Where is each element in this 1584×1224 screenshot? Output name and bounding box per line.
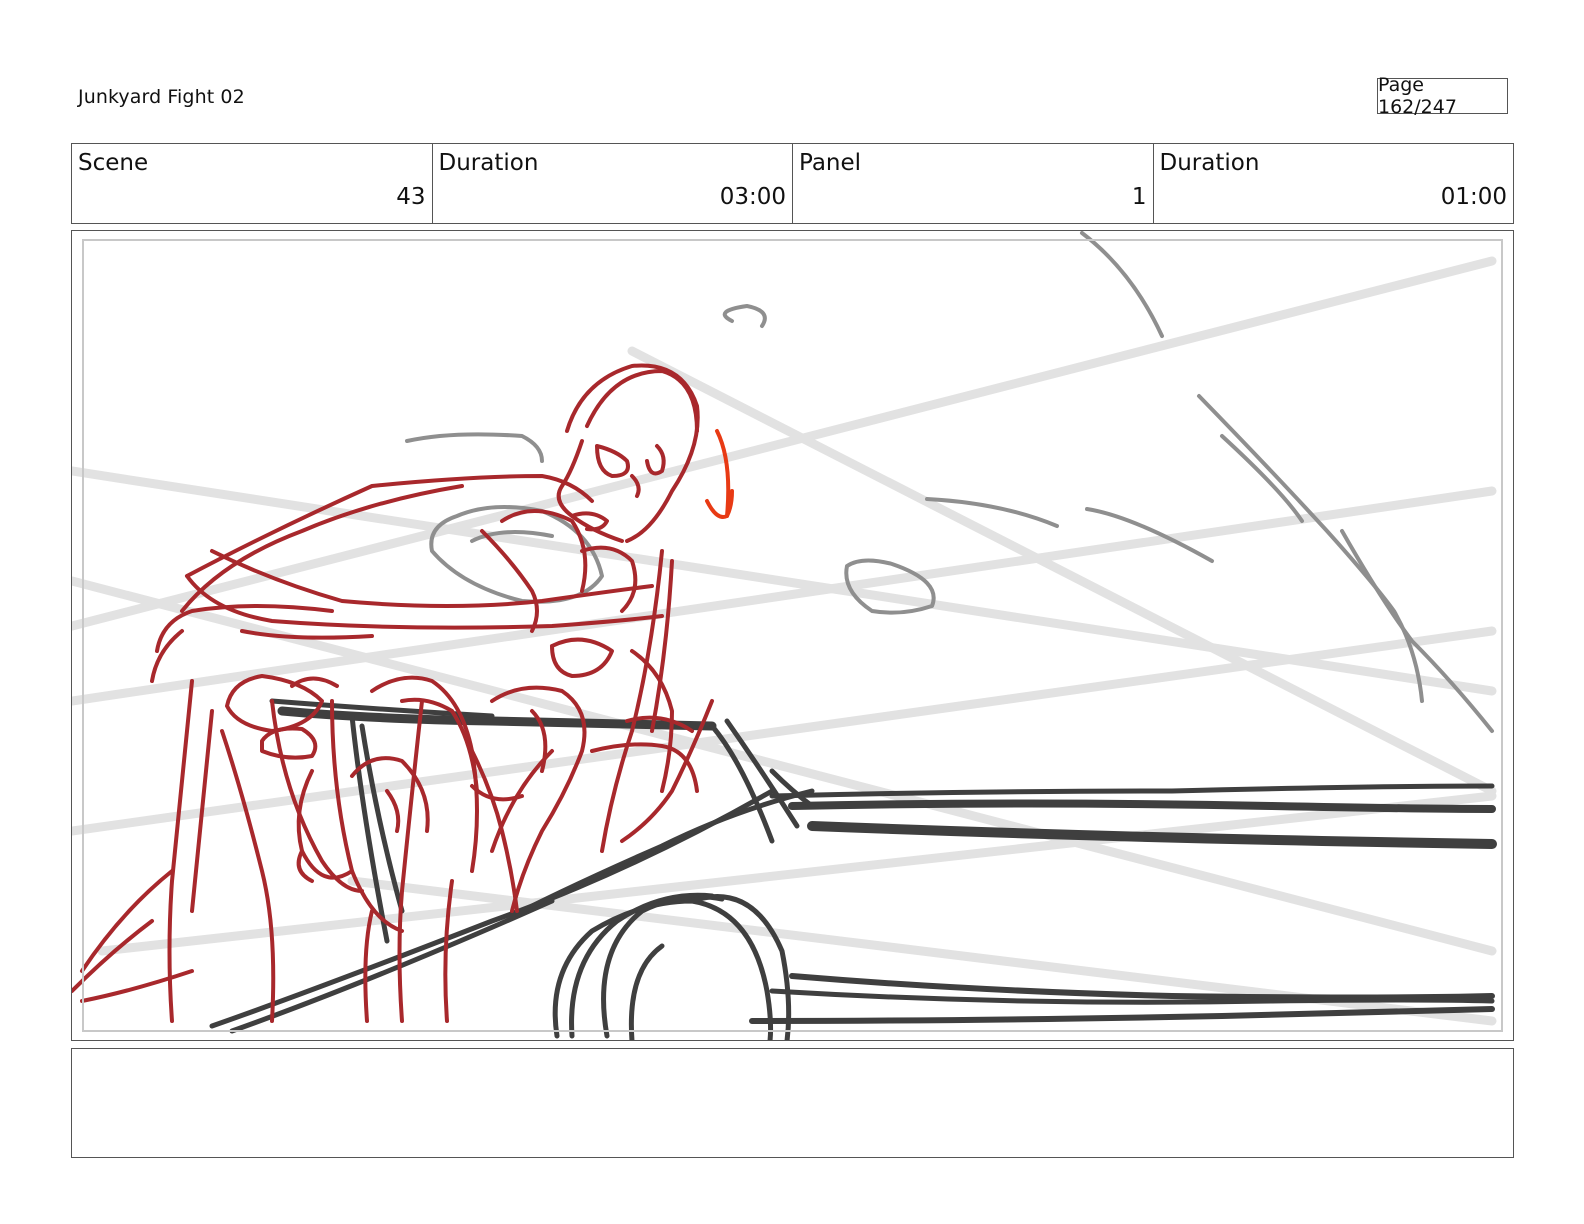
- panel-value: 1: [1131, 184, 1147, 210]
- action-arrow: [705, 429, 734, 519]
- page-number: Page 162/247: [1377, 74, 1508, 118]
- scene-label: Scene: [78, 150, 149, 176]
- project-title: Junkyard Fight 02: [78, 86, 245, 108]
- speed-lines: [72, 256, 1497, 1026]
- panel-label: Panel: [799, 150, 862, 176]
- panel-duration-cell: Duration 01:00: [1154, 144, 1514, 223]
- scene-duration-value: 03:00: [719, 184, 786, 210]
- scene-duration-cell: Duration 03:00: [433, 144, 793, 223]
- panel-duration-label: Duration: [1159, 150, 1260, 176]
- scene-cell: Scene 43: [72, 144, 433, 223]
- scene-value: 43: [396, 184, 426, 210]
- scene-duration-label: Duration: [438, 150, 539, 176]
- panel-info-row: Scene 43 Duration 03:00 Panel 1 Duration…: [71, 143, 1514, 224]
- panel-cell: Panel 1: [793, 144, 1154, 223]
- panel-duration-value: 01:00: [1440, 184, 1507, 210]
- notes-box[interactable]: [71, 1048, 1514, 1158]
- storyboard-panel: [71, 230, 1514, 1041]
- sketch-drawing: [72, 231, 1497, 1040]
